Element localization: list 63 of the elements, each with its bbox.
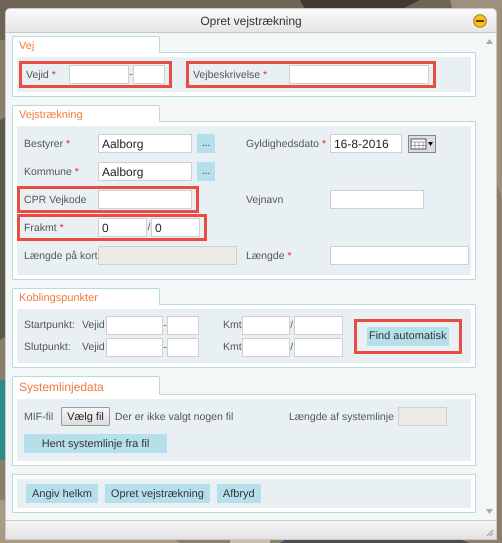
field-label: CPR Vejkode: [24, 194, 88, 206]
text-field[interactable]: 0: [98, 218, 147, 237]
file-status-text: Der er ikke valgt nogen fil: [114, 410, 234, 422]
section-title: Vej: [19, 40, 34, 52]
choose-file-button[interactable]: Vælg fil: [61, 407, 110, 426]
text-field[interactable]: [106, 338, 163, 356]
text-field[interactable]: [330, 190, 424, 209]
field-label: MIF-fil: [24, 410, 54, 422]
text-field[interactable]: [294, 316, 343, 334]
field-label: Vejid: [82, 341, 106, 353]
text-field[interactable]: [330, 246, 469, 265]
readonly-field: [398, 407, 447, 426]
text-field[interactable]: [106, 316, 163, 334]
field-label: Gyldighedsdato *: [246, 138, 327, 150]
field-label: Kmt: [223, 319, 242, 331]
action-button[interactable]: Afbryd: [216, 484, 261, 503]
section-title: Vejstrækning: [19, 109, 83, 121]
separator-text: -: [129, 69, 133, 80]
readonly-field[interactable]: [98, 246, 237, 265]
text-field[interactable]: [167, 338, 199, 356]
load-button[interactable]: Hent systemlinje fra fil: [24, 434, 167, 453]
field-label: Længde af systemlinje: [288, 410, 394, 422]
calendar-button[interactable]: [408, 134, 436, 152]
text-field[interactable]: 0: [151, 218, 200, 237]
browse-button[interactable]: ...: [197, 134, 215, 153]
separator-text: /: [290, 342, 294, 352]
field-label: Vejbeskrivelse *: [193, 68, 268, 80]
text-field[interactable]: Aalborg: [98, 162, 192, 181]
text-field[interactable]: [133, 65, 165, 84]
field-label: Vejnavn: [246, 194, 284, 206]
window-title: Opret vejstrækning: [200, 14, 302, 28]
section-title: Systemlinjedata: [19, 380, 104, 394]
text-field[interactable]: [242, 316, 290, 334]
action-button[interactable]: Angiv helkm: [26, 484, 98, 503]
scroll-down-icon[interactable]: [486, 509, 492, 514]
field-label: Bestyrer *: [24, 138, 72, 150]
separator-text: -: [163, 320, 167, 330]
field-label: Startpunkt:: [24, 319, 76, 331]
field-label: Kommune *: [24, 166, 80, 178]
date-field[interactable]: 16-8-2016: [330, 134, 402, 153]
field-label: Frakmt *: [24, 222, 65, 234]
field-label: Længde *: [246, 250, 293, 262]
separator-text: -: [163, 342, 167, 352]
text-field[interactable]: [242, 338, 290, 356]
minimize-icon[interactable]: [473, 14, 487, 28]
separator-text: /: [147, 222, 151, 233]
text-field[interactable]: [289, 65, 429, 84]
text-field[interactable]: [69, 65, 129, 84]
find-automatic-button[interactable]: Find automatisk: [366, 326, 449, 346]
separator-text: /: [290, 320, 294, 330]
text-field[interactable]: Aalborg: [98, 134, 192, 153]
text-field[interactable]: [167, 316, 199, 334]
resize-grip-icon[interactable]: [486, 529, 494, 537]
field-label: Vejid: [82, 319, 106, 331]
action-button[interactable]: Opret vejstrækning: [104, 484, 210, 503]
text-field[interactable]: [294, 338, 343, 356]
text-field[interactable]: [98, 190, 192, 209]
field-label: Længde på kort: [24, 250, 98, 262]
field-label: Kmt: [223, 341, 242, 353]
field-label: Slutpunkt:: [24, 341, 72, 353]
field-label: Vejid *: [26, 68, 57, 80]
browse-button[interactable]: ...: [197, 162, 215, 181]
section-title: Koblingspunkter: [19, 292, 98, 304]
